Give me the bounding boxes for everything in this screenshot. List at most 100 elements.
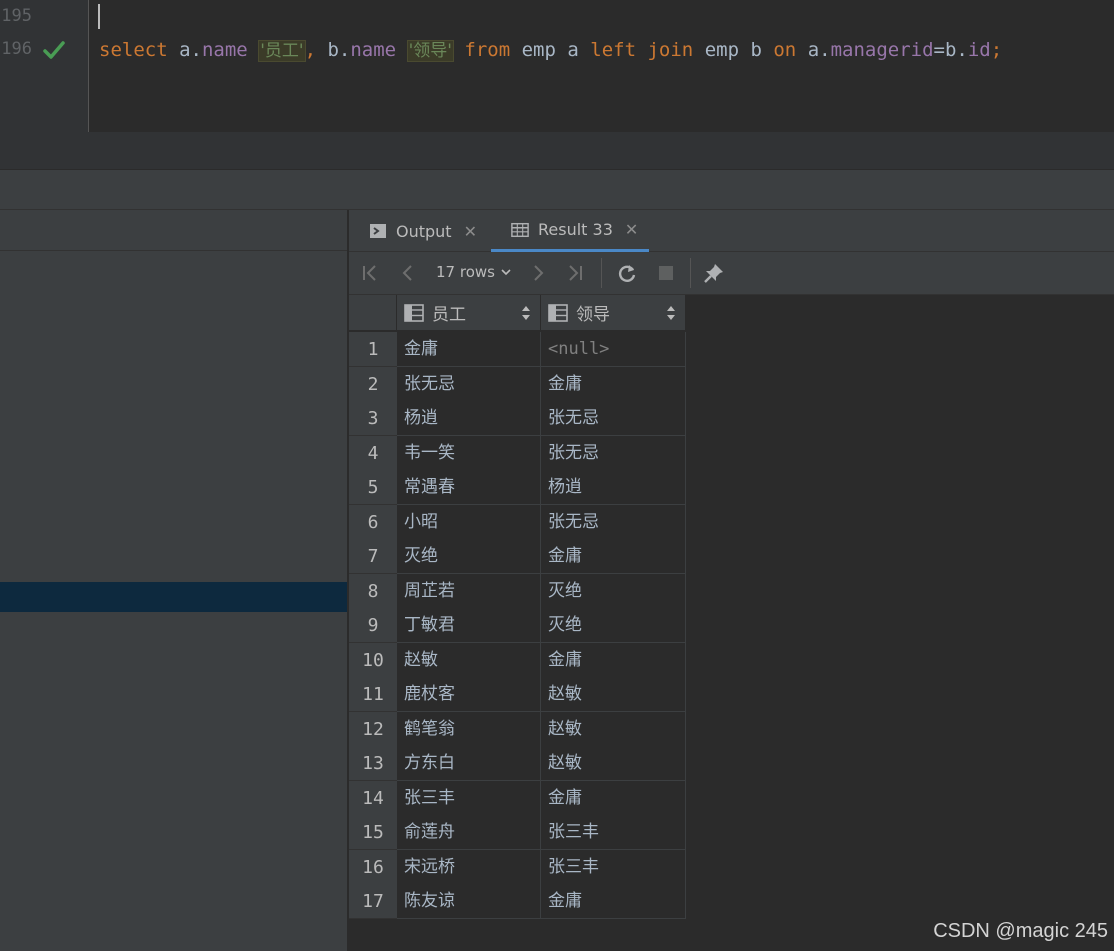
cell-employee[interactable]: 杨逍 xyxy=(397,401,541,436)
row-number: 14 xyxy=(349,781,397,816)
cell-leader[interactable]: 张无忌 xyxy=(541,436,686,471)
close-icon[interactable]: ✕ xyxy=(464,222,477,241)
selected-tree-item[interactable] xyxy=(0,582,347,612)
chevron-down-icon xyxy=(501,269,511,276)
row-number: 10 xyxy=(349,643,397,678)
cell-employee[interactable]: 丁敏君 xyxy=(397,608,541,643)
cell-employee[interactable]: 张三丰 xyxy=(397,781,541,816)
field: managerid xyxy=(830,39,934,61)
cell-employee[interactable]: 宋远桥 xyxy=(397,850,541,885)
cell-leader[interactable]: 金庸 xyxy=(541,884,686,919)
cell-leader[interactable]: <null> xyxy=(541,332,686,367)
identifier: =b. xyxy=(933,39,968,61)
table-row[interactable]: 16 宋远桥 张三丰 xyxy=(349,850,686,885)
table-row[interactable]: 8 周芷若 灭绝 xyxy=(349,574,686,609)
table-row[interactable]: 2 张无忌 金庸 xyxy=(349,367,686,402)
pin-icon[interactable] xyxy=(703,262,725,284)
tab-result[interactable]: Result 33 ✕ xyxy=(491,210,649,252)
toolbar-separator xyxy=(690,258,691,288)
tab-output[interactable]: Output ✕ xyxy=(369,210,477,252)
table-row[interactable]: 7 灭绝 金庸 xyxy=(349,539,686,574)
keyword: left xyxy=(590,39,637,61)
watermark-text: CSDN @magic 245 xyxy=(933,920,1108,942)
cell-employee[interactable]: 赵敏 xyxy=(397,643,541,678)
column-header-employee[interactable]: 员工 xyxy=(397,295,541,331)
table-row[interactable]: 12 鹤笔翁 赵敏 xyxy=(349,712,686,747)
console-icon xyxy=(370,224,386,238)
row-number: 13 xyxy=(349,746,397,781)
row-number: 17 xyxy=(349,884,397,919)
previous-page-icon[interactable] xyxy=(397,262,419,284)
keyword: join xyxy=(647,39,694,61)
cell-leader[interactable]: 张无忌 xyxy=(541,401,686,436)
column-header-label: 领导 xyxy=(576,305,610,325)
cell-employee[interactable]: 小昭 xyxy=(397,505,541,540)
refresh-icon[interactable] xyxy=(616,262,638,284)
cell-leader[interactable]: 灭绝 xyxy=(541,574,686,609)
cell-employee[interactable]: 陈友谅 xyxy=(397,884,541,919)
row-number: 6 xyxy=(349,505,397,540)
toolbar-separator xyxy=(601,258,602,288)
cell-leader[interactable]: 赵敏 xyxy=(541,677,686,712)
sort-icon[interactable] xyxy=(666,305,676,321)
cell-employee[interactable]: 周芷若 xyxy=(397,574,541,609)
rows-count-label: 17 rows xyxy=(436,263,495,281)
cell-employee[interactable]: 鹤笔翁 xyxy=(397,712,541,747)
cell-leader[interactable]: 赵敏 xyxy=(541,746,686,781)
cell-leader[interactable]: 张三丰 xyxy=(541,850,686,885)
cell-leader[interactable]: 杨逍 xyxy=(541,470,686,505)
keyword: from xyxy=(464,39,511,61)
table-row[interactable]: 3 杨逍 张无忌 xyxy=(349,401,686,436)
sql-editor[interactable]: 195 196 select a.name '员工', b.name '领导' … xyxy=(0,0,1114,132)
cell-employee[interactable]: 俞莲舟 xyxy=(397,815,541,850)
table-row[interactable]: 11 鹿杖客 赵敏 xyxy=(349,677,686,712)
cell-employee[interactable]: 韦一笑 xyxy=(397,436,541,471)
table-row[interactable]: 1 金庸 <null> xyxy=(349,332,686,367)
first-page-icon[interactable] xyxy=(359,262,381,284)
cell-employee[interactable]: 灭绝 xyxy=(397,539,541,574)
table-row[interactable]: 13 方东白 赵敏 xyxy=(349,746,686,781)
table-icon xyxy=(511,222,529,237)
tab-label: Result 33 xyxy=(538,220,613,239)
column-header-leader[interactable]: 领导 xyxy=(541,295,686,331)
cell-employee[interactable]: 常遇春 xyxy=(397,470,541,505)
table-row[interactable]: 14 张三丰 金庸 xyxy=(349,781,686,816)
cell-employee[interactable]: 金庸 xyxy=(397,332,541,367)
services-tree-panel[interactable] xyxy=(0,210,348,951)
cell-leader[interactable]: 金庸 xyxy=(541,643,686,678)
sort-icon[interactable] xyxy=(521,305,531,321)
row-number: 2 xyxy=(349,367,397,402)
cell-employee[interactable]: 方东白 xyxy=(397,746,541,781)
comma: , xyxy=(304,39,328,61)
stop-icon[interactable] xyxy=(655,262,677,284)
rows-count-dropdown[interactable]: 17 rows xyxy=(436,263,513,281)
column-icon xyxy=(404,303,424,322)
cell-leader[interactable]: 灭绝 xyxy=(541,608,686,643)
cell-leader[interactable]: 赵敏 xyxy=(541,712,686,747)
results-panel: Output ✕ Result 33 ✕ 17 rows 员工 领导 1 金庸 … xyxy=(349,210,1114,951)
cell-leader[interactable]: 金庸 xyxy=(541,367,686,402)
cell-leader[interactable]: 张无忌 xyxy=(541,505,686,540)
field: name xyxy=(201,39,248,61)
last-page-icon[interactable] xyxy=(564,262,586,284)
table-row[interactable]: 9 丁敏君 灭绝 xyxy=(349,608,686,643)
cell-employee[interactable]: 鹿杖客 xyxy=(397,677,541,712)
check-icon[interactable] xyxy=(43,39,65,61)
table-row[interactable]: 17 陈友谅 金庸 xyxy=(349,884,686,919)
table-row[interactable]: 10 赵敏 金庸 xyxy=(349,643,686,678)
row-number: 4 xyxy=(349,436,397,471)
result-tabs: Output ✕ Result 33 ✕ xyxy=(349,210,1114,252)
cell-leader[interactable]: 张三丰 xyxy=(541,815,686,850)
cell-employee[interactable]: 张无忌 xyxy=(397,367,541,402)
cell-leader[interactable]: 金庸 xyxy=(541,539,686,574)
table-row[interactable]: 5 常遇春 杨逍 xyxy=(349,470,686,505)
next-page-icon[interactable] xyxy=(527,262,549,284)
table-row[interactable]: 4 韦一笑 张无忌 xyxy=(349,436,686,471)
table-row[interactable]: 15 俞莲舟 张三丰 xyxy=(349,815,686,850)
cell-leader[interactable]: 金庸 xyxy=(541,781,686,816)
table-row[interactable]: 6 小昭 张无忌 xyxy=(349,505,686,540)
code-line[interactable]: select a.name '员工', b.name '领导' from emp… xyxy=(99,37,1002,64)
row-number: 1 xyxy=(349,332,397,367)
close-icon[interactable]: ✕ xyxy=(625,220,638,239)
row-number-header xyxy=(349,295,397,331)
